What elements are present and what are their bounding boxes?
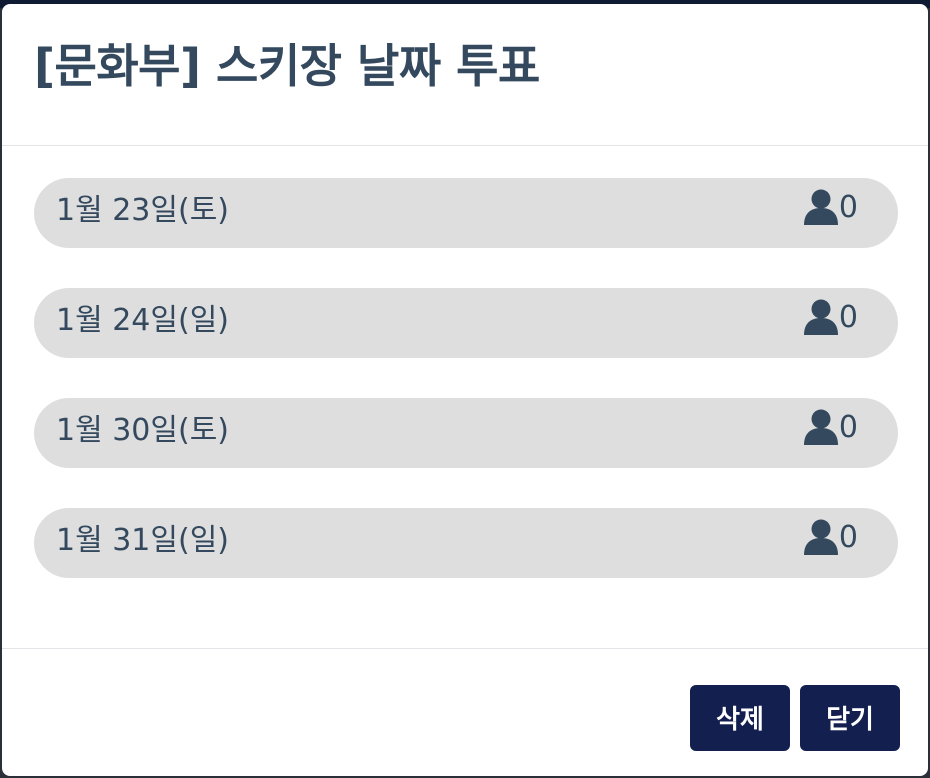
vote-option-label: 1월 30일(토) <box>56 413 230 448</box>
vote-modal: [문화부] 스키장 날짜 투표 1월 23일(토) 0 1월 24일(일) 0 <box>2 4 928 776</box>
vote-option-label: 1월 24일(일) <box>56 303 230 338</box>
delete-button[interactable]: 삭제 <box>690 684 790 751</box>
vote-option[interactable]: 1월 23일(토) 0 <box>34 178 898 248</box>
vote-count: 0 <box>803 298 858 336</box>
vote-option-label: 1월 23일(토) <box>56 193 230 228</box>
vote-option[interactable]: 1월 24일(일) 0 <box>34 288 898 358</box>
vote-count: 0 <box>803 408 858 446</box>
modal-title: [문화부] 스키장 날짜 투표 <box>34 38 540 93</box>
vote-count: 0 <box>803 518 858 556</box>
user-icon <box>803 409 838 445</box>
vote-count: 0 <box>803 188 858 226</box>
vote-count-value: 0 <box>838 189 858 225</box>
vote-count-value: 0 <box>838 409 858 445</box>
user-icon <box>803 299 838 335</box>
user-icon <box>803 189 838 225</box>
vote-option[interactable]: 1월 31일(일) 0 <box>34 508 898 578</box>
vote-count-value: 0 <box>838 299 858 335</box>
close-button[interactable]: 닫기 <box>800 684 900 751</box>
modal-footer: 삭제 닫기 <box>2 648 928 776</box>
modal-body: 1월 23일(토) 0 1월 24일(일) 0 1월 30일(토) 0 1월 3… <box>2 146 928 648</box>
vote-count-value: 0 <box>838 519 858 555</box>
modal-header: [문화부] 스키장 날짜 투표 <box>2 4 928 146</box>
vote-option[interactable]: 1월 30일(토) 0 <box>34 398 898 468</box>
vote-option-label: 1월 31일(일) <box>56 523 230 558</box>
user-icon <box>803 519 838 555</box>
